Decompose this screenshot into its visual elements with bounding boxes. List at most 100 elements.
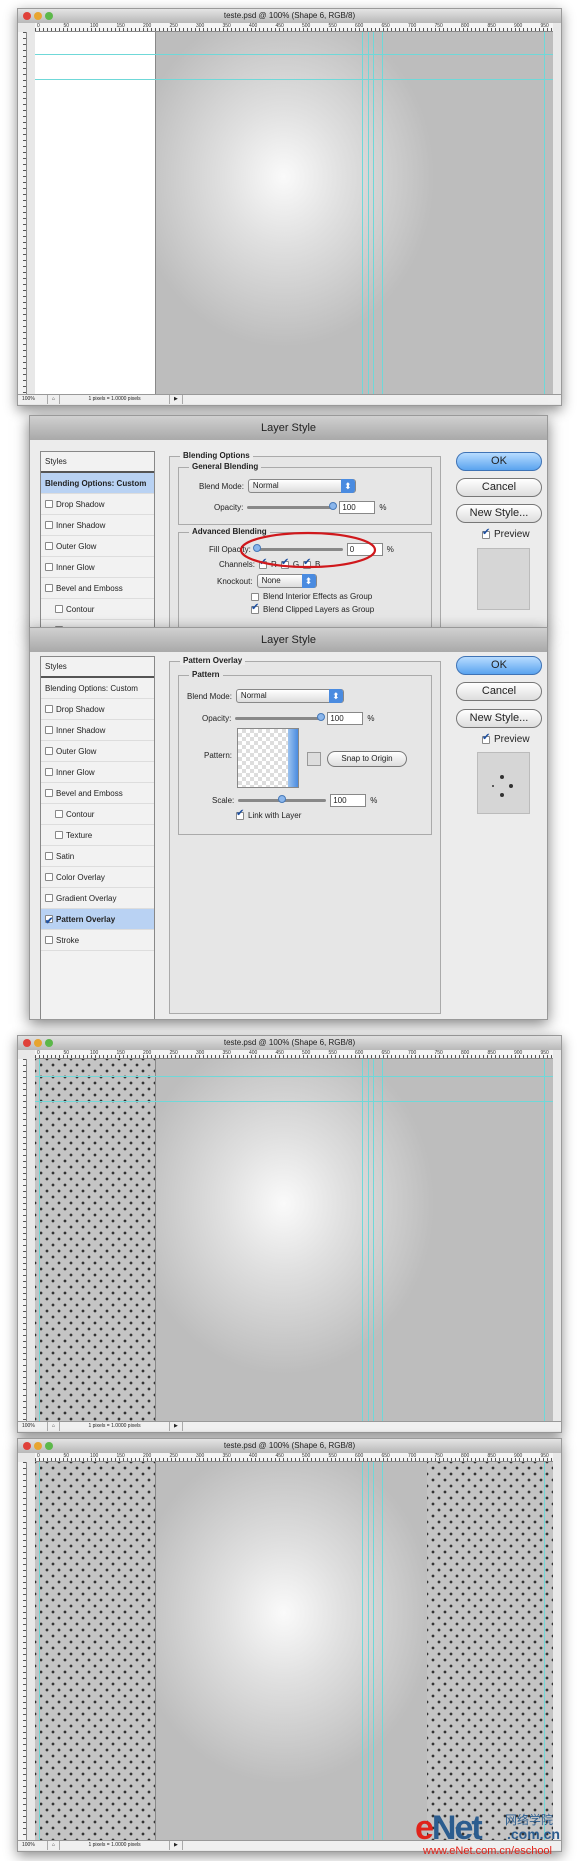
style-checkbox[interactable] [45,726,53,734]
snap-to-origin-button[interactable]: Snap to Origin [327,751,407,767]
close-button[interactable] [23,12,31,20]
vertical-ruler[interactable] [18,1059,27,1421]
style-item[interactable]: Blending Options: Custom [41,678,154,699]
style-checkbox[interactable] [45,936,53,944]
style-item[interactable]: Bevel and Emboss [41,578,154,599]
opacity-slider[interactable] [247,502,338,510]
style-item[interactable]: Pattern Overlay [41,909,154,932]
canvas[interactable] [35,32,553,394]
style-item[interactable]: Stroke [41,930,154,951]
styles-header[interactable]: Styles [41,452,154,473]
horizontal-ruler[interactable]: 0 50 100 150 200 250 300 350 400 450 500 550 600 650 7… [35,1050,553,1059]
knockout-select[interactable]: None [256,574,317,588]
blend-mode-select[interactable]: Normal [247,479,356,493]
opacity-slider[interactable] [235,713,326,721]
style-item[interactable]: Inner Shadow [41,515,154,536]
style-item[interactable]: Inner Glow [41,557,154,578]
style-checkbox[interactable] [45,747,53,755]
new-style-button[interactable]: New Style... [456,504,542,523]
opacity-input[interactable]: 100 [327,712,364,725]
zoom-button[interactable] [45,1039,53,1047]
style-checkbox[interactable] [45,584,53,592]
style-item[interactable]: Satin [41,846,154,867]
cancel-button[interactable]: Cancel [456,682,542,701]
zoom-button[interactable] [45,12,53,20]
zoom-level[interactable]: 100% [18,395,48,404]
ok-button[interactable]: OK [456,452,542,471]
style-item[interactable]: Drop Shadow [41,494,154,515]
style-checkbox[interactable] [55,605,63,613]
style-checkbox[interactable] [55,810,63,818]
style-item[interactable]: Drop Shadow [41,699,154,720]
minimize-button[interactable] [34,1442,42,1450]
style-checkbox[interactable] [45,705,53,713]
status-menu-icon[interactable]: ⌂ [48,1841,61,1850]
new-style-button[interactable]: New Style... [456,709,542,728]
style-item[interactable]: Inner Shadow [41,720,154,741]
minimize-button[interactable] [34,12,42,20]
close-button[interactable] [23,1039,31,1047]
guide-line [368,32,369,394]
blend-mode-select[interactable]: Normal [235,689,344,703]
style-checkbox[interactable] [45,563,53,571]
status-arrow-icon[interactable]: ▶ [170,1841,183,1850]
minimize-button[interactable] [34,1039,42,1047]
style-item-label: Gradient Overlay [56,893,117,903]
opacity-input[interactable]: 100 [339,501,376,514]
style-checkbox[interactable] [45,789,53,797]
style-item[interactable]: Texture [41,825,154,846]
link-with-layer-checkbox[interactable] [236,808,244,820]
canvas[interactable] [35,1462,553,1840]
style-checkbox[interactable] [55,831,63,839]
pattern-picker[interactable] [237,728,299,788]
style-item[interactable]: Color Overlay [41,867,154,888]
style-item[interactable]: Outer Glow [41,536,154,557]
style-item[interactable]: Gradient Overlay [41,888,154,909]
style-checkbox[interactable] [45,768,53,776]
style-checkbox[interactable] [45,911,53,932]
status-menu-icon[interactable]: ⌂ [48,1422,61,1431]
zoom-level[interactable]: 100% [18,1422,48,1431]
ok-button[interactable]: OK [456,656,542,675]
close-button[interactable] [23,1442,31,1450]
ruler-label: 300 [196,1050,205,1056]
preview-checkbox[interactable] [482,527,490,539]
preview-checkbox[interactable] [482,732,490,744]
style-item[interactable]: Outer Glow [41,741,154,762]
style-checkbox[interactable] [45,500,53,508]
zoom-button[interactable] [45,1442,53,1450]
cancel-button[interactable]: Cancel [456,478,542,497]
horizontal-ruler[interactable]: 0 50 100 150 200 250 300 350 400 450 500 550 600 650 7… [35,1453,553,1462]
status-arrow-icon[interactable]: ▶ [170,395,183,404]
style-item-label: Color Overlay [56,872,105,882]
vertical-ruler[interactable] [18,1462,27,1840]
general-blending-group: General Blending Blend Mode:Normal Opaci… [178,462,432,525]
style-checkbox[interactable] [45,521,53,529]
style-checkbox[interactable] [45,542,53,550]
blend-clipped-checkbox[interactable] [251,602,259,614]
style-item-label: Contour [66,809,95,819]
style-item[interactable]: Blending Options: Custom [41,473,154,494]
style-checkbox[interactable] [45,894,53,902]
scale-slider[interactable] [238,795,327,803]
vertical-ruler[interactable] [18,32,27,394]
style-item[interactable]: Contour [41,599,154,620]
new-preset-icon[interactable] [307,752,321,766]
style-item[interactable]: Bevel and Emboss [41,783,154,804]
horizontal-ruler[interactable]: 0 50 100 150 200 250 300 350 400 450 500 550 600 650 7… [35,23,553,32]
styles-header[interactable]: Styles [41,657,154,678]
style-checkbox[interactable] [45,852,53,860]
canvas[interactable] [35,1059,553,1421]
style-item[interactable]: Contour [41,804,154,825]
style-checkbox[interactable] [45,873,53,881]
status-arrow-icon[interactable]: ▶ [170,1422,183,1431]
blend-mode-label: Blend Mode: [199,481,244,491]
style-item[interactable]: Inner Glow [41,762,154,783]
zoom-level[interactable]: 100% [18,1841,48,1850]
status-menu-icon[interactable]: ⌂ [48,395,61,404]
guide-line [544,32,545,394]
scale-input[interactable]: 100 [330,794,367,807]
opacity-label: Opacity: [202,714,232,723]
pattern-dropdown-arrow[interactable] [288,729,298,787]
blend-interior-checkbox[interactable] [251,592,259,601]
